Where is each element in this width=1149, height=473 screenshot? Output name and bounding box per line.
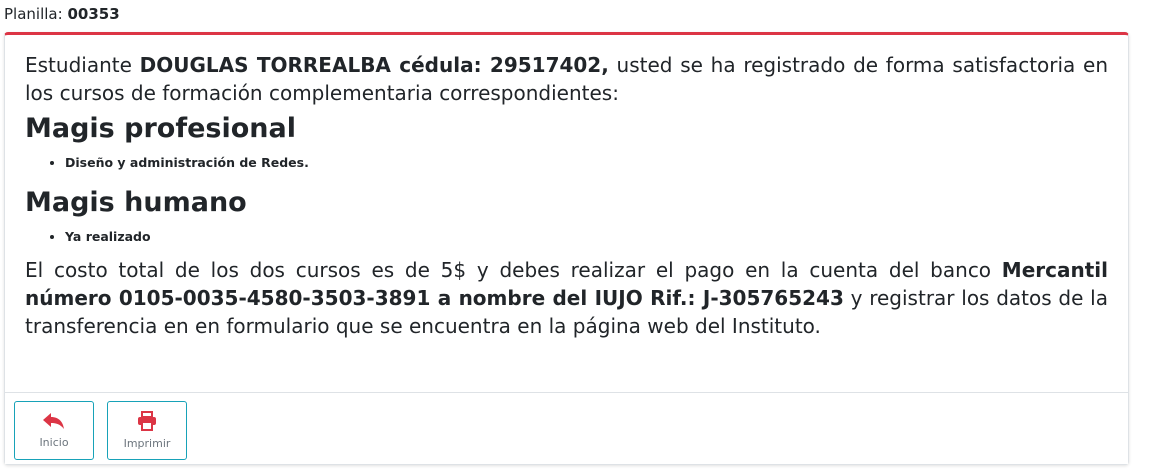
section-title-profesional: Magis profesional (25, 113, 296, 144)
payment-text: El costo total de los dos cursos es de 5… (25, 256, 1108, 340)
section-list-humano: Ya realizado (25, 227, 1108, 247)
print-button[interactable]: Imprimir (107, 401, 187, 460)
reply-arrow-icon (42, 412, 66, 430)
registration-card: Estudiante DOUGLAS TORREALBA cédula: 295… (4, 32, 1129, 465)
list-item: Ya realizado (65, 227, 1108, 247)
card-footer: Inicio Imprimir (5, 392, 1128, 464)
print-button-label: Imprimir (123, 437, 171, 450)
planilla-header: Planilla: 00353 (4, 5, 120, 23)
section-list-profesional: Diseño y administración de Redes. (25, 153, 1108, 173)
student-info: DOUGLAS TORREALBA cédula: 29517402, (139, 53, 609, 77)
payment-prefix: El costo total de los dos cursos es de 5… (25, 258, 1002, 282)
card-body: Estudiante DOUGLAS TORREALBA cédula: 295… (25, 51, 1108, 340)
printer-icon (137, 411, 157, 431)
list-item: Diseño y administración de Redes. (65, 153, 1108, 173)
home-button-label: Inicio (39, 436, 69, 449)
planilla-label: Planilla: (4, 5, 63, 23)
home-button[interactable]: Inicio (14, 401, 94, 460)
intro-text: Estudiante DOUGLAS TORREALBA cédula: 295… (25, 51, 1108, 107)
section-title-humano: Magis humano (25, 187, 247, 218)
planilla-number: 00353 (67, 5, 120, 23)
intro-prefix: Estudiante (25, 53, 140, 77)
